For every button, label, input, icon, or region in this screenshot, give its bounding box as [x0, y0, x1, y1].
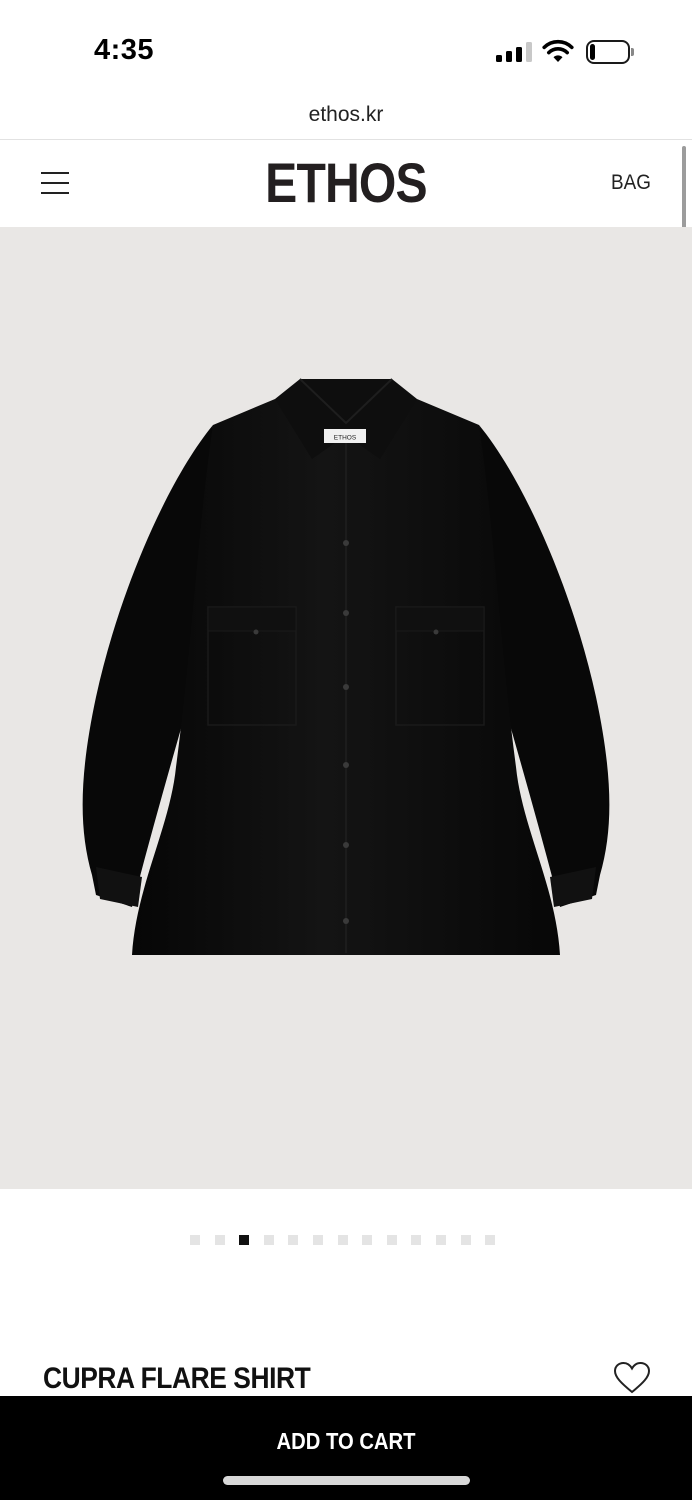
garment-label-text: ETHOS: [334, 435, 357, 442]
cellular-signal-icon: [496, 42, 532, 62]
gallery-dot[interactable]: [264, 1235, 274, 1245]
battery-level: [590, 44, 595, 60]
url-text[interactable]: ethos.kr: [309, 103, 384, 127]
gallery-dot[interactable]: [362, 1235, 372, 1245]
status-bar: 4:35: [0, 0, 692, 96]
wifi-icon: [542, 38, 574, 64]
add-to-cart-label[interactable]: ADD TO CART: [0, 1428, 692, 1455]
gallery-dot[interactable]: [436, 1235, 446, 1245]
add-to-cart-text[interactable]: ADD TO CART: [276, 1428, 415, 1455]
gallery-dot[interactable]: [461, 1235, 471, 1245]
status-time: 4:35: [94, 34, 155, 66]
gallery-dot[interactable]: [288, 1235, 298, 1245]
gallery-dot[interactable]: [190, 1235, 200, 1245]
gallery-dot[interactable]: [411, 1235, 421, 1245]
gallery-dot[interactable]: [485, 1235, 495, 1245]
site-logo[interactable]: ETHOS: [48, 150, 643, 216]
address-bar[interactable]: ethos.kr: [0, 96, 692, 140]
bag-link[interactable]: BAG: [611, 171, 651, 195]
gallery-dot[interactable]: [215, 1235, 225, 1245]
gallery-dot-active[interactable]: [239, 1235, 249, 1245]
gallery-pagination[interactable]: [0, 1233, 692, 1247]
gallery-dot[interactable]: [387, 1235, 397, 1245]
gallery-dot[interactable]: [338, 1235, 348, 1245]
shirt-illustration: ETHOS: [82, 378, 610, 955]
battery-icon: [586, 40, 634, 64]
product-image[interactable]: ETHOS: [0, 227, 692, 1189]
heart-icon[interactable]: [613, 1361, 651, 1395]
home-indicator[interactable]: [223, 1476, 470, 1485]
gallery-dot[interactable]: [313, 1235, 323, 1245]
product-name: CUPRA FLARE SHIRT: [43, 1362, 311, 1395]
